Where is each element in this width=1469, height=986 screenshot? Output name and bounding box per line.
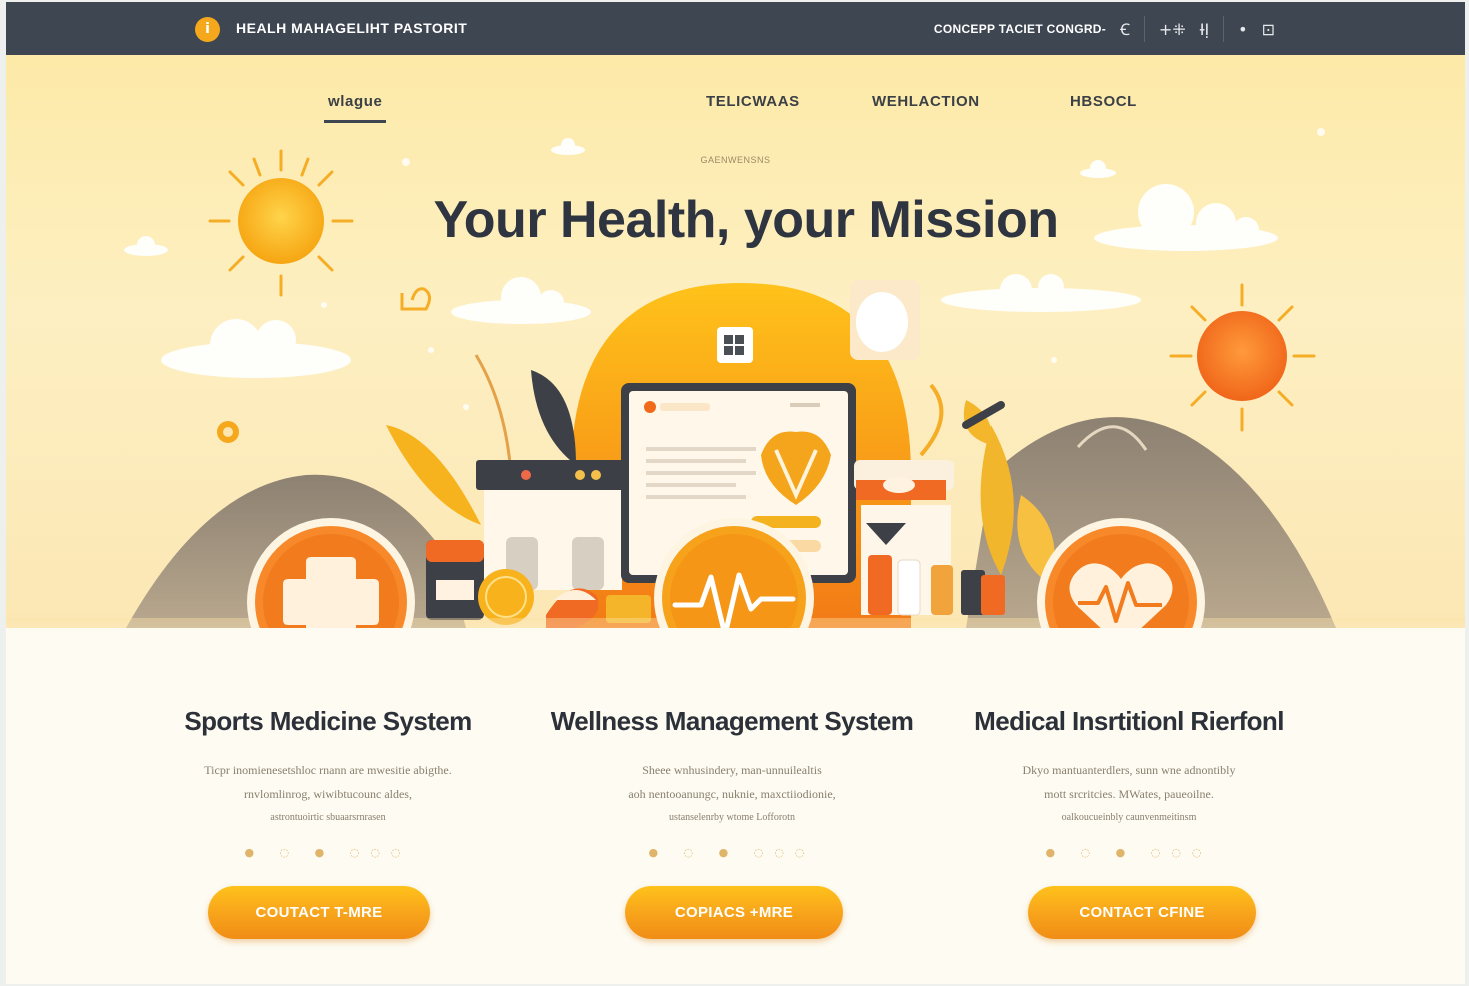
plus-grid-icon[interactable]: +⁜ (1159, 20, 1186, 39)
feature-title: Wellness Management System (550, 706, 914, 736)
desc-line: astrontuoirtic sbuaarsrnrasen (270, 812, 386, 823)
top-bar: i HEALH MAHAGELIHT PASTORIT CONCEPP TACI… (6, 2, 1465, 55)
desc-line: ustanselenrby wtome Lofforotn (669, 812, 795, 823)
right-sun-icon (1169, 283, 1316, 432)
pagination-dots[interactable]: ● ◌ ● ◌◌◌ (128, 846, 528, 859)
hero-caption: GAENWENSNS (700, 155, 771, 165)
desc-line: aoh nentooanungc, nuknie, maxctiiodionie… (628, 787, 836, 801)
hero-title: Your Health, your Mission (433, 191, 1059, 249)
desc-line: Ticpr inomienesetshloc rnann are mwesiti… (204, 763, 452, 777)
contact-button-sports[interactable]: COUTACT T-MRE (208, 886, 430, 939)
calendar-icon[interactable]: ƗỊ (1200, 20, 1209, 39)
desc-line: Dkyo mantuanterdlers, sunn wne adnontibl… (1022, 763, 1236, 777)
concept-link[interactable]: CONCEPP TACIET CONGRD- (934, 22, 1106, 36)
house-badge-icon (717, 327, 753, 363)
pagination-dots[interactable]: ● ◌ ● ◌◌◌ (929, 846, 1329, 859)
pagination-dots[interactable]: ● ◌ ● ◌◌◌ (532, 846, 932, 859)
desc-line: oalkoucueinbly caunvenmeitinsm (1061, 812, 1197, 823)
feature-description: Ticpr inomienesetshloc rnann are mwesiti… (158, 758, 498, 830)
nav-item-telicwaas[interactable]: TELICWAAS (706, 93, 800, 110)
desc-line: rnvlomlinrog, wiwibtucounc aldes, (244, 787, 412, 801)
brand-title[interactable]: HEALH MAHAGELIHT PASTORIT (236, 20, 467, 36)
feature-description: Sheee wnhusindery, man-unnuilealtis aoh … (562, 758, 902, 830)
dot-icon[interactable]: • (1238, 20, 1247, 39)
main-nav: wlague TELICWAAS WEHLACTION HBSOCL (6, 93, 1465, 133)
top-right-toolbar: CONCEPP TACIET CONGRD- Ꞓ +⁜ ƗỊ • ⊡ (934, 16, 1275, 42)
page-frame: i HEALH MAHAGELIHT PASTORIT CONCEPP TACI… (6, 2, 1465, 984)
panel-icon[interactable]: ⊡ (1262, 20, 1275, 39)
feature-title: Medical Insrtitionl Rierfonl (974, 706, 1284, 736)
brand-logo-icon[interactable]: i (195, 17, 220, 42)
feature-description: Dkyo mantuanterdlers, sunn wne adnontibl… (959, 758, 1299, 830)
divider (1143, 16, 1145, 42)
nav-item-wlague[interactable]: wlague (324, 93, 387, 123)
nav-item-wehlaction[interactable]: WEHLACTION (872, 93, 980, 110)
pen-icon[interactable]: Ꞓ (1120, 18, 1130, 40)
feature-title: Sports Medicine System (184, 706, 472, 736)
contact-button-medical[interactable]: CONTACT CFINE (1028, 886, 1256, 939)
nav-item-hbsocl[interactable]: HBSOCL (1070, 93, 1137, 110)
desc-line: Sheee wnhusindery, man-unnuilealtis (642, 763, 822, 777)
features-section: Sports Medicine System Ticpr inomieneset… (6, 628, 1465, 984)
contact-button-wellness[interactable]: COPIACS +MRE (625, 886, 843, 939)
divider (1223, 16, 1225, 42)
desc-line: mott srcritcies. MWates, paueoilne. (1044, 787, 1214, 801)
